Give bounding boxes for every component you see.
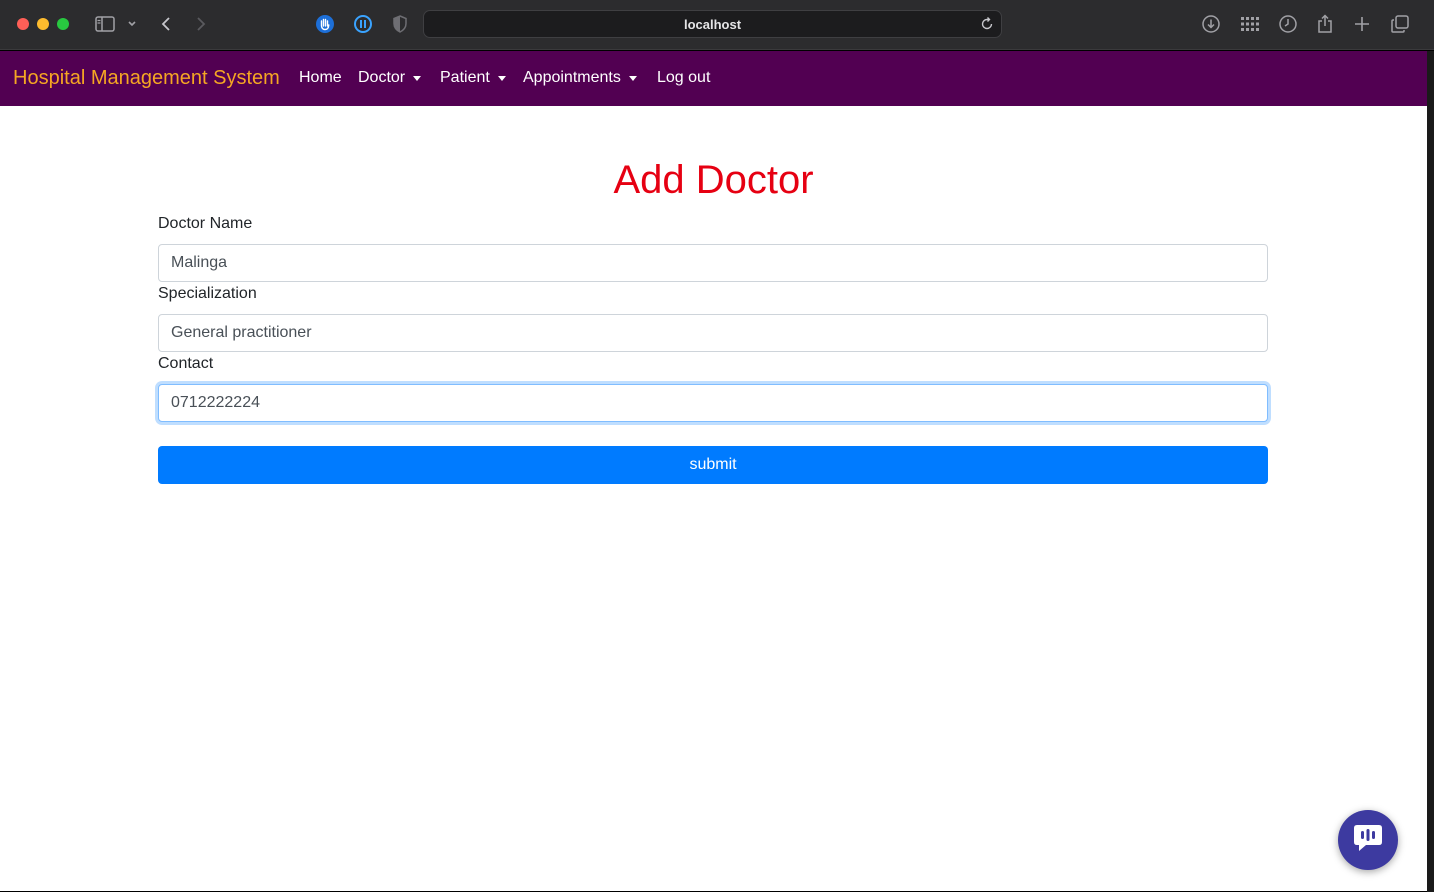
nav-item-label: Log out bbox=[657, 69, 711, 86]
caret-down-icon bbox=[413, 75, 422, 81]
shield-icon[interactable] bbox=[389, 13, 411, 35]
nav-item-label: Appointments bbox=[523, 69, 621, 86]
page-title: Add Doctor bbox=[613, 158, 814, 202]
tab-overview-icon[interactable] bbox=[1389, 13, 1411, 35]
download-icon[interactable] bbox=[1200, 13, 1222, 35]
pause-extension-icon[interactable] bbox=[352, 13, 374, 35]
nav-item-label: Home bbox=[299, 69, 342, 86]
share-icon[interactable] bbox=[1314, 13, 1336, 35]
window-edge bbox=[1427, 51, 1434, 892]
specialization-label: Specialization bbox=[158, 285, 257, 302]
minimize-window-button[interactable] bbox=[37, 18, 49, 30]
nav-item-home[interactable]: Home bbox=[299, 68, 342, 88]
web-page: Hospital Management System Home Doctor P… bbox=[0, 51, 1427, 891]
nav-item-patient[interactable]: Patient bbox=[440, 68, 506, 88]
url-text: localhost bbox=[683, 16, 742, 32]
reload-icon[interactable] bbox=[979, 16, 995, 32]
submit-button[interactable]: submit bbox=[158, 446, 1268, 484]
main-navbar: Hospital Management System Home Doctor P… bbox=[0, 51, 1427, 106]
chevron-left-icon[interactable] bbox=[155, 13, 177, 35]
chevron-right-icon[interactable] bbox=[190, 13, 212, 35]
chevron-down-icon[interactable] bbox=[122, 13, 142, 35]
address-bar[interactable]: localhost bbox=[423, 10, 1002, 38]
nav-item-logout[interactable]: Log out bbox=[657, 68, 710, 88]
chat-widget-button[interactable] bbox=[1338, 810, 1398, 870]
close-window-button[interactable] bbox=[17, 18, 29, 30]
chat-icon bbox=[1351, 822, 1385, 859]
navbar-brand[interactable]: Hospital Management System bbox=[13, 66, 280, 90]
grid-icon[interactable] bbox=[1239, 13, 1261, 35]
nav-item-label: Patient bbox=[440, 69, 490, 86]
nav-item-appointments[interactable]: Appointments bbox=[523, 68, 637, 88]
hand-extension-icon[interactable] bbox=[314, 13, 336, 35]
history-icon[interactable] bbox=[1277, 13, 1299, 35]
nav-item-label: Doctor bbox=[358, 69, 406, 86]
zoom-window-button[interactable] bbox=[57, 18, 69, 30]
new-tab-icon[interactable] bbox=[1351, 13, 1373, 35]
caret-down-icon bbox=[628, 75, 637, 81]
caret-down-icon bbox=[497, 75, 506, 81]
contact-label: Contact bbox=[158, 355, 214, 372]
specialization-input[interactable] bbox=[158, 314, 1268, 352]
sidebar-icon[interactable] bbox=[94, 13, 116, 35]
doctor-name-label: Doctor Name bbox=[158, 215, 253, 232]
contact-input[interactable] bbox=[158, 384, 1268, 422]
doctor-name-input[interactable] bbox=[158, 244, 1268, 282]
browser-toolbar: localhost bbox=[0, 0, 1434, 50]
nav-item-doctor[interactable]: Doctor bbox=[358, 68, 422, 88]
